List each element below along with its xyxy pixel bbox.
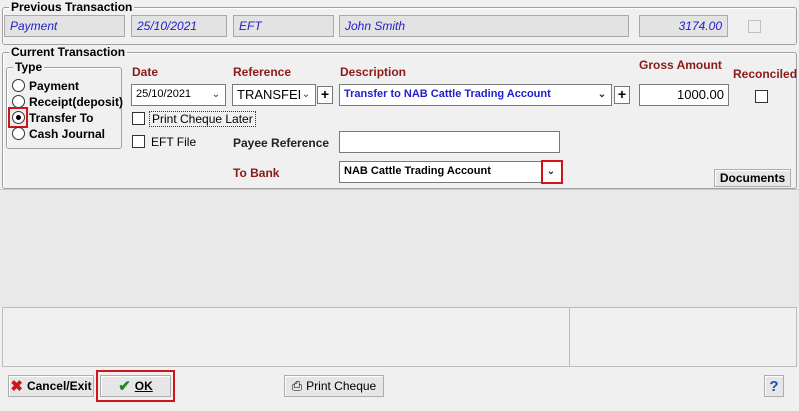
prev-method-field: EFT	[233, 15, 334, 37]
gross-amount-value: 1000.00	[677, 87, 724, 102]
add-reference-button[interactable]: +	[317, 86, 333, 104]
to-bank-value: NAB Cattle Trading Account	[344, 165, 491, 177]
chevron-down-icon[interactable]: ⌄	[299, 87, 313, 103]
description-label: Description	[340, 65, 407, 79]
prev-reconciled-checkbox	[748, 20, 761, 33]
description-combo[interactable]: Transfer to NAB Cattle Trading Account ⌄	[339, 84, 612, 106]
type-group-title: Type	[13, 60, 45, 74]
blank-panel	[0, 189, 799, 307]
radio-cash-journal-label[interactable]: Cash Journal	[29, 127, 105, 141]
gross-amount-input[interactable]: 1000.00	[639, 84, 729, 106]
date-picker[interactable]: 25/10/2021 ⌄	[131, 84, 226, 106]
radio-transfer-highlight	[8, 107, 28, 128]
radio-transfer-label[interactable]: Transfer To	[29, 111, 93, 125]
printer-icon: ⎙	[291, 378, 303, 393]
chevron-down-icon[interactable]: ⌄	[595, 87, 609, 103]
description-value: Transfer to NAB Cattle Trading Account	[344, 88, 551, 100]
date-value: 25/10/2021	[136, 88, 192, 100]
ok-button[interactable]: ✔ OK	[100, 375, 171, 397]
print-cheque-button[interactable]: ⎙ Print Cheque	[284, 375, 384, 397]
chevron-down-icon[interactable]: ⌄	[209, 87, 223, 103]
prev-type-field: Payment	[4, 15, 125, 37]
status-panel	[2, 307, 797, 367]
checkmark-icon: ✔	[118, 378, 131, 395]
reconciled-checkbox[interactable]	[755, 90, 768, 103]
prev-date-field: 25/10/2021	[131, 15, 227, 37]
payee-reference-label: Payee Reference	[233, 136, 330, 150]
close-icon: ✖	[10, 378, 23, 395]
date-label: Date	[132, 65, 159, 79]
documents-button[interactable]: Documents	[714, 169, 791, 187]
to-bank-label: To Bank	[233, 166, 280, 180]
prev-amount-field: 3174.00	[639, 15, 728, 37]
reference-label: Reference	[233, 65, 292, 79]
to-bank-dropdown-highlight	[541, 160, 563, 184]
status-divider	[569, 308, 570, 366]
previous-transaction-title: Previous Transaction	[9, 0, 135, 14]
radio-receipt-label[interactable]: Receipt(deposit)	[29, 95, 123, 109]
to-bank-combo[interactable]: NAB Cattle Trading Account ⌄	[339, 161, 562, 183]
payee-reference-input[interactable]	[339, 131, 560, 153]
add-description-button[interactable]: +	[614, 86, 630, 104]
radio-payment-label[interactable]: Payment	[29, 79, 79, 93]
eft-file-checkbox[interactable]	[132, 135, 145, 148]
current-transaction-title: Current Transaction	[9, 45, 128, 59]
print-cheque-later-label[interactable]: Print Cheque Later	[149, 111, 256, 127]
prev-name-field: John Smith	[339, 15, 629, 37]
reference-value: TRANSFEI	[237, 87, 302, 102]
eft-file-label[interactable]: EFT File	[151, 135, 196, 149]
gross-amount-label: Gross Amount	[639, 58, 722, 72]
reconciled-label: Reconciled	[733, 67, 798, 81]
help-button[interactable]: ?	[764, 375, 784, 397]
reference-combo[interactable]: TRANSFEI ⌄	[232, 84, 316, 106]
radio-cash-journal[interactable]	[12, 127, 25, 140]
print-cheque-later-checkbox[interactable]	[132, 112, 145, 125]
radio-payment[interactable]	[12, 79, 25, 92]
cancel-exit-button[interactable]: ✖ Cancel/Exit	[8, 375, 94, 397]
